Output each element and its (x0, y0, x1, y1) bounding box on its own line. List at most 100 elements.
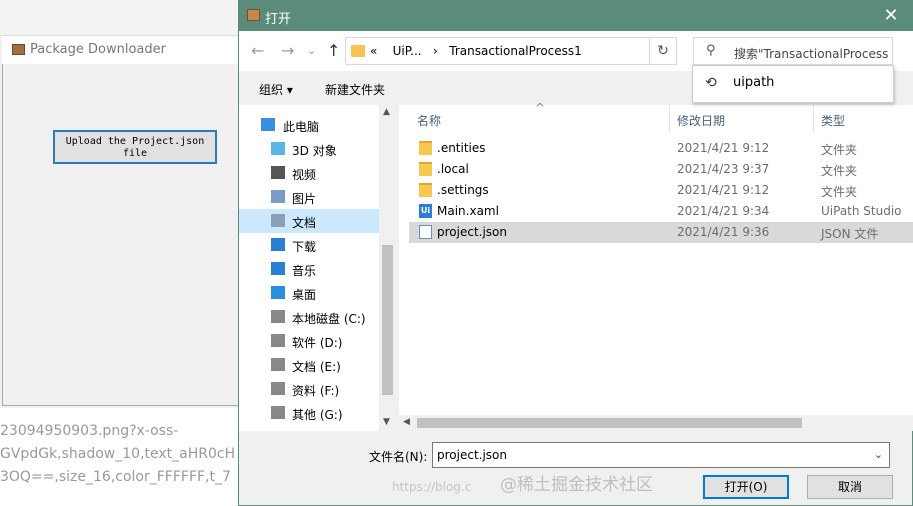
upload-project-json-button[interactable]: Upload the Project.json file (53, 130, 217, 164)
file-name: .settings (437, 183, 489, 197)
tree-item-label: 本地磁盘 (C:) (292, 312, 366, 326)
cancel-button[interactable]: 取消 (807, 475, 893, 499)
drive-icon (271, 334, 285, 347)
tree-item[interactable]: 资料 (F:) (239, 377, 379, 401)
column-divider[interactable] (669, 105, 670, 133)
tree-item-label: 视频 (292, 168, 317, 182)
document-icon (271, 214, 285, 227)
package-downloader-window (2, 36, 242, 406)
search-input[interactable]: ⚲ 搜索"TransactionalProcess (693, 37, 893, 65)
tree-item[interactable]: 音乐 (239, 257, 379, 281)
computer-icon (261, 118, 275, 131)
tree-item[interactable]: 文档 (239, 209, 379, 233)
tree-item[interactable]: 软件 (D:) (239, 329, 379, 353)
open-button[interactable]: 打开(O) (703, 475, 789, 499)
tree-item-label: 下载 (292, 240, 317, 254)
file-date: 2021/4/21 9:34 (677, 204, 770, 218)
open-file-dialog: 打开 ✕ ← → ⌄ ↑ « UiP... › TransactionalPro… (238, 0, 913, 506)
file-date: 2021/4/23 9:37 (677, 162, 770, 176)
tree-item-label: 桌面 (292, 288, 317, 302)
folder-icon (419, 162, 432, 176)
tree-item-label: 图片 (292, 192, 317, 206)
address-path: « UiP... › TransactionalProcess1 (370, 44, 582, 58)
scroll-thumb[interactable] (382, 245, 393, 395)
tree-scrollbar[interactable]: ▲ ▼ (379, 105, 396, 431)
dialog-app-icon (247, 9, 260, 21)
column-header-row: 名称 ^ 修改日期 类型 (399, 101, 913, 133)
background-url-text: 23094950903.png?x-oss- GVpdGk,shadow_10,… (0, 408, 240, 506)
tree-item[interactable]: 桌面 (239, 281, 379, 305)
file-row[interactable]: .entities 2021/4/21 9:12 文件夹 (409, 138, 913, 159)
sort-arrow-icon: ^ (535, 101, 546, 115)
navigation-tree: 此电脑 3D 对象视频图片文档下载音乐桌面本地磁盘 (C:) 软件 (D:) 文档 (… (239, 105, 396, 431)
file-name: .entities (437, 141, 486, 155)
horizontal-scrollbar[interactable]: ◀ (399, 415, 913, 431)
scroll-down-icon[interactable]: ▼ (383, 417, 390, 427)
close-button[interactable]: ✕ (880, 5, 902, 27)
folder-icon (419, 183, 432, 197)
file-type: UiPath Studio (821, 204, 902, 218)
scroll-thumb[interactable] (417, 418, 802, 428)
tree-item[interactable]: 此电脑 (239, 113, 379, 137)
file-row[interactable]: .local 2021/4/23 9:37 文件夹 (409, 159, 913, 180)
file-name: .local (437, 162, 469, 176)
tree-item[interactable]: 本地磁盘 (C:) (239, 305, 379, 329)
search-placeholder: 搜索"TransactionalProcess (734, 47, 889, 61)
file-type: 文件夹 (821, 143, 858, 157)
column-type[interactable]: 类型 (821, 112, 845, 129)
breadcrumb-uip[interactable]: UiP... (393, 44, 422, 58)
background-taskbar-strip (0, 0, 240, 36)
url-line: 23094950903.png?x-oss- (0, 423, 179, 439)
tree-item[interactable]: 下载 (239, 233, 379, 257)
package-downloader-titlebar: Package Downloader (2, 36, 242, 64)
package-icon (12, 44, 25, 55)
back-arrow-icon[interactable]: ← (251, 41, 264, 60)
tree-item-label: 其他 (G:) (292, 408, 343, 422)
tree-item-label: 文档 (292, 216, 317, 230)
picture-icon (271, 190, 285, 203)
url-line: GVpdGk,shadow_10,text_aHR0cH (0, 446, 236, 462)
column-name[interactable]: 名称 (417, 112, 441, 129)
json-file-icon (419, 225, 432, 239)
file-type: JSON 文件 (821, 227, 879, 241)
tree-item[interactable]: 图片 (239, 185, 379, 209)
search-suggestion-item[interactable]: ⟲ uipath (692, 65, 894, 103)
watermark: @稀土掘金技术社区 (500, 475, 653, 495)
file-row[interactable]: project.json 2021/4/21 9:36 JSON 文件 (409, 222, 913, 243)
dialog-titlebar: 打开 ✕ (239, 1, 913, 31)
drive-icon (271, 310, 285, 323)
tree-item[interactable]: 其他 (G:) (239, 401, 379, 425)
forward-arrow-icon[interactable]: → (281, 41, 294, 60)
recent-dropdown-icon[interactable]: ⌄ (307, 44, 316, 57)
chevron-down-icon[interactable]: ⌄ (874, 448, 883, 461)
tree-item[interactable]: 视频 (239, 161, 379, 185)
new-folder-button[interactable]: 新建文件夹 (325, 81, 385, 98)
file-type: 文件夹 (821, 164, 858, 178)
breadcrumb-transactionalprocess1[interactable]: TransactionalProcess1 (449, 44, 582, 58)
download-icon (271, 238, 285, 251)
file-row[interactable]: .settings 2021/4/21 9:12 文件夹 (409, 180, 913, 201)
filename-input[interactable]: project.json ⌄ (432, 442, 890, 468)
address-prefix: « (370, 44, 378, 58)
scroll-up-icon[interactable]: ▲ (383, 107, 390, 117)
cube-icon (271, 142, 285, 155)
tree-item[interactable]: 3D 对象 (239, 137, 379, 161)
package-downloader-title: Package Downloader (30, 42, 166, 57)
up-arrow-icon[interactable]: ↑ (327, 41, 340, 60)
tree-item-label: 音乐 (292, 264, 317, 278)
column-divider[interactable] (813, 105, 814, 133)
tree-item[interactable]: 文档 (E:) (239, 353, 379, 377)
tree-item-label: 3D 对象 (292, 144, 337, 158)
refresh-button[interactable]: ↻ (649, 37, 677, 65)
file-name: project.json (437, 225, 507, 239)
uipath-icon: Ui (419, 204, 432, 218)
scroll-left-icon[interactable]: ◀ (403, 417, 410, 427)
file-row[interactable]: Ui Main.xaml 2021/4/21 9:34 UiPath Studio (409, 201, 913, 222)
address-bar[interactable]: « UiP... › TransactionalProcess1 ⌄ (345, 37, 677, 65)
tree-item-label: 资料 (F:) (292, 384, 340, 398)
column-date[interactable]: 修改日期 (677, 112, 725, 129)
organize-button[interactable]: 组织 ▾ (259, 81, 293, 98)
watermark-url: https://blog.c (392, 480, 472, 494)
history-icon: ⟲ (705, 75, 717, 91)
desktop-icon (271, 286, 285, 299)
